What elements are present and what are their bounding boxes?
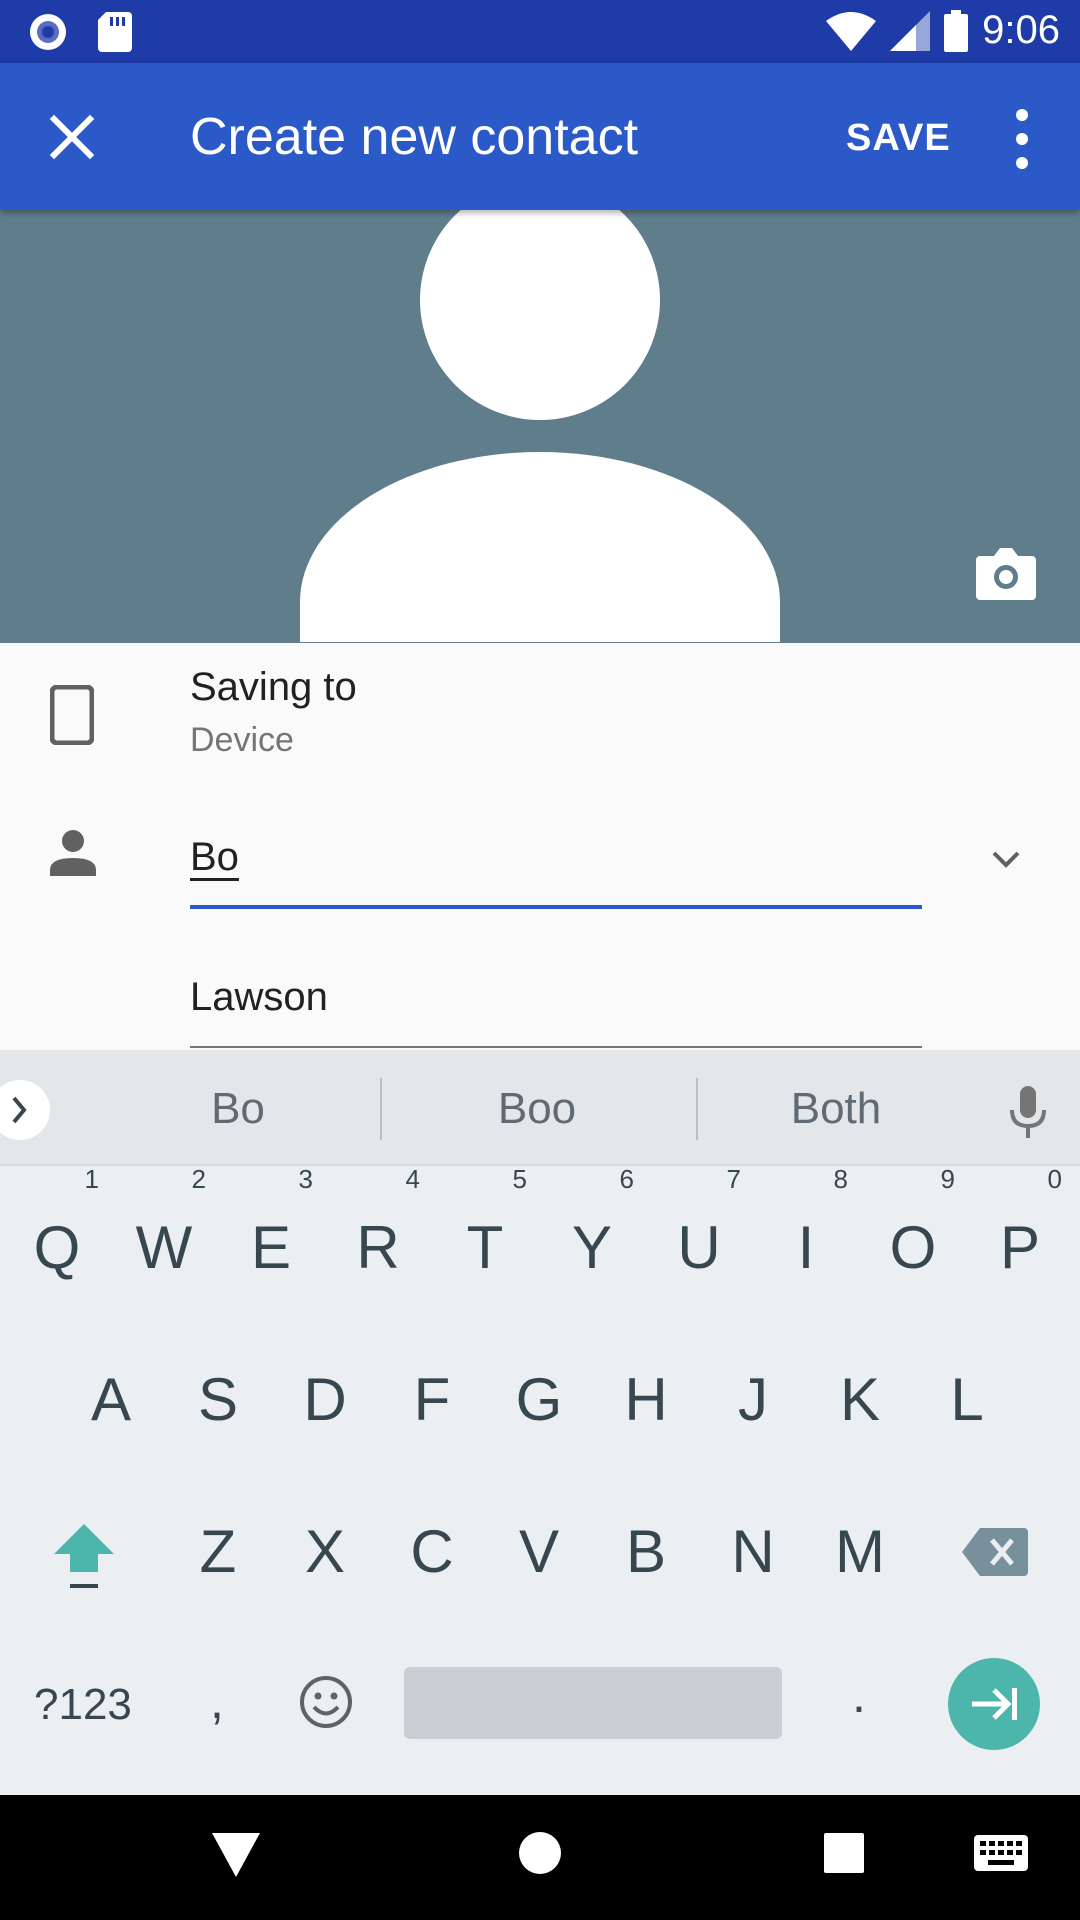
suggestion-divider	[696, 1078, 698, 1140]
back-icon[interactable]	[212, 1833, 260, 1877]
suggestion-expand-button[interactable]	[0, 1080, 50, 1140]
key-k[interactable]: K	[810, 1340, 910, 1460]
key-i[interactable]: I8	[756, 1166, 856, 1308]
clock: 9:06	[982, 8, 1060, 52]
key-l[interactable]: L	[917, 1340, 1017, 1460]
key-e[interactable]: E3	[221, 1166, 321, 1308]
key-n[interactable]: N	[703, 1492, 803, 1612]
system-nav-bar	[0, 1795, 1080, 1920]
key-j[interactable]: J	[703, 1340, 803, 1460]
key-q[interactable]: Q1	[7, 1166, 107, 1308]
recents-icon[interactable]	[824, 1833, 864, 1873]
suggestion-strip: Bo Boo Both	[0, 1050, 1080, 1166]
key-s[interactable]: S	[168, 1340, 268, 1460]
save-button[interactable]: SAVE	[846, 117, 951, 160]
sd-card-icon	[98, 12, 132, 52]
avatar-body	[300, 452, 780, 642]
tab-arrow-icon	[972, 1688, 1017, 1720]
key-x[interactable]: X	[275, 1492, 375, 1612]
phone-icon	[50, 685, 94, 745]
wifi-icon	[826, 11, 877, 51]
key-a[interactable]: A	[61, 1340, 161, 1460]
backspace-icon[interactable]	[962, 1528, 1028, 1576]
key-m[interactable]: M	[810, 1492, 910, 1612]
key-o[interactable]: O9	[863, 1166, 963, 1308]
chevron-right-icon	[12, 1096, 27, 1124]
key-u[interactable]: U7	[649, 1166, 749, 1308]
contact-form: Saving to Device Bo Lawson	[0, 643, 1080, 1050]
key-r[interactable]: R4	[328, 1166, 428, 1308]
saving-to-label: Saving to	[190, 665, 357, 709]
space-key[interactable]	[404, 1667, 782, 1739]
signal-icon	[890, 10, 931, 51]
person-icon	[50, 830, 96, 876]
key-c[interactable]: C	[382, 1492, 482, 1612]
symbols-key[interactable]: ?123	[34, 1680, 132, 1730]
suggestion-divider	[380, 1078, 382, 1140]
first-name-field[interactable]	[190, 823, 922, 909]
suggestion-3[interactable]: Both	[766, 1084, 906, 1134]
circle-notification-icon	[30, 14, 66, 50]
shift-icon[interactable]	[52, 1520, 116, 1592]
status-bar: 9:06	[0, 0, 1080, 63]
key-h[interactable]: H	[596, 1340, 696, 1460]
account-value[interactable]: Device	[190, 721, 294, 760]
contact-photo-area[interactable]	[0, 210, 1080, 643]
close-icon[interactable]	[44, 109, 100, 165]
chevron-down-icon[interactable]	[988, 841, 1024, 877]
avatar-head	[420, 210, 660, 420]
key-g[interactable]: G	[489, 1340, 589, 1460]
key-f[interactable]: F	[382, 1340, 482, 1460]
last-name-field[interactable]: Lawson	[190, 973, 922, 1048]
key-w[interactable]: W2	[114, 1166, 214, 1308]
key-y[interactable]: Y6	[542, 1166, 642, 1308]
period-key[interactable]: .	[852, 1666, 866, 1724]
key-b[interactable]: B	[596, 1492, 696, 1612]
key-d[interactable]: D	[275, 1340, 375, 1460]
emoji-icon[interactable]	[298, 1674, 354, 1730]
key-v[interactable]: V	[489, 1492, 589, 1612]
comma-key[interactable]: ,	[210, 1672, 224, 1730]
soft-keyboard: Bo Boo Both Q1 W2 E3 R4 T5 Y6 U7 I8 O9 P…	[0, 1050, 1080, 1795]
next-field-button[interactable]	[948, 1658, 1040, 1750]
key-p[interactable]: P0	[970, 1166, 1070, 1308]
key-z[interactable]: Z	[168, 1492, 268, 1612]
mic-icon[interactable]	[1006, 1086, 1050, 1140]
battery-icon	[944, 9, 969, 52]
more-vert-icon[interactable]	[1000, 103, 1044, 175]
first-name-value: Bo	[190, 835, 239, 879]
camera-icon[interactable]	[976, 544, 1036, 600]
suggestion-1[interactable]: Bo	[188, 1084, 288, 1134]
key-t[interactable]: T5	[435, 1166, 535, 1308]
suggestion-2[interactable]: Boo	[477, 1084, 597, 1134]
home-icon[interactable]	[518, 1831, 562, 1875]
keyboard-icon[interactable]	[974, 1835, 1028, 1871]
page-title: Create new contact	[190, 108, 639, 166]
app-toolbar: Create new contact SAVE	[0, 63, 1080, 210]
